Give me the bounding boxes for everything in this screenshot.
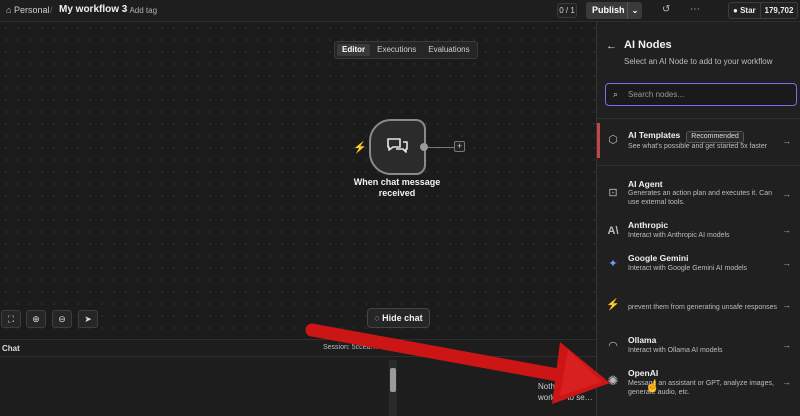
- item-desc: Interact with Google Gemini AI models: [628, 265, 748, 272]
- more-options-icon[interactable]: ⋯: [690, 4, 700, 15]
- item-desc: Generates an action plan and executes it…: [628, 190, 772, 206]
- robot-icon: ⊡: [608, 187, 618, 199]
- github-icon: ●: [733, 6, 738, 15]
- search-box[interactable]: ⌕: [605, 83, 797, 106]
- panel-subtitle: Select an AI Node to add to your workflo…: [624, 57, 773, 66]
- arrow-right-icon: →: [782, 189, 791, 199]
- list-item-ollama[interactable]: ◠ Ollama Interact with Ollama AI models …: [597, 333, 800, 361]
- history-icon[interactable]: ↺: [662, 4, 670, 15]
- template-icon: ⬡: [608, 134, 618, 146]
- list-item-ai-templates[interactable]: ⬡ AI Templates Recommended See what's pos…: [597, 123, 800, 158]
- chat-bubbles-icon: [387, 138, 408, 153]
- node-connector-line: [428, 147, 454, 148]
- workspace-name: Personal: [13, 5, 50, 15]
- chat-trigger-node[interactable]: [369, 119, 426, 175]
- item-desc: See what's possible and get started 5x f…: [628, 143, 768, 150]
- cursor-tool-icon[interactable]: ➤: [78, 310, 98, 328]
- chat-empty-state: Nothing to d… workf… to se…: [538, 381, 593, 403]
- arrow-right-icon: →: [782, 225, 791, 235]
- add-node-plus-icon[interactable]: +: [454, 141, 465, 152]
- item-name: AI Agent: [628, 179, 663, 189]
- empty-line-1: Nothing to d…: [538, 382, 590, 391]
- node-label: When chat message received: [353, 177, 441, 198]
- item-name: OpenAI: [628, 368, 659, 378]
- chat-icon: ◌: [374, 313, 380, 323]
- arrow-right-icon: →: [782, 377, 791, 387]
- item-name: Google Gemini: [628, 253, 689, 263]
- publish-label: Publish: [592, 5, 625, 15]
- trigger-bolt-icon: ⚡: [353, 142, 367, 154]
- chat-header: Chat Session: 5cceа…: [0, 340, 596, 357]
- node-output-handle[interactable]: [420, 143, 428, 151]
- list-item-anthropic[interactable]: A\ Anthropic Interact with Anthropic AI …: [597, 218, 800, 246]
- breadcrumb-separator: /: [50, 5, 53, 15]
- github-star-button[interactable]: ● Star 179,702: [728, 2, 798, 19]
- panel-title: AI Nodes: [624, 39, 672, 51]
- list-item-guardrails[interactable]: ⚡ prevent them from generating unsafe re…: [597, 293, 800, 323]
- session-id: Session: 5cceа…: [323, 344, 378, 351]
- github-star-label: Star: [740, 6, 756, 15]
- list-item-openai[interactable]: ✺ OpenAI Message an assistant or GPT, an…: [597, 366, 800, 400]
- item-name: Ollama: [628, 335, 657, 345]
- hide-chat-button[interactable]: ◌ Hide chat: [367, 308, 430, 328]
- add-tag-link[interactable]: + Add tag: [123, 6, 157, 15]
- view-tabs: Editor Executions Evaluations: [334, 41, 478, 59]
- mouse-pointer-icon: ☝: [645, 379, 660, 393]
- tab-evaluations[interactable]: Evaluations: [423, 44, 474, 56]
- top-bar: ⌂ Personal / My workflow 3 + Add tag 0 /…: [0, 0, 800, 22]
- item-desc: Interact with Anthropic AI models: [628, 232, 730, 239]
- github-star-count: 179,702: [764, 6, 794, 15]
- workspace-breadcrumb[interactable]: ⌂ Personal: [6, 5, 49, 15]
- item-desc: Interact with Ollama AI models: [628, 347, 723, 354]
- arrow-right-icon: →: [782, 258, 791, 268]
- zoom-in-icon[interactable]: ⊕: [26, 310, 46, 328]
- item-desc: prevent them from generating unsafe resp…: [628, 304, 778, 311]
- version-counter: 0 / 1: [557, 3, 577, 18]
- chat-title: Chat: [2, 344, 20, 353]
- gemini-icon: ✦: [608, 258, 618, 270]
- arrow-right-icon: →: [782, 300, 791, 310]
- item-name: AI Templates: [628, 130, 681, 140]
- zoom-out-icon[interactable]: ⊖: [52, 310, 72, 328]
- arrow-right-icon: →: [782, 340, 791, 350]
- list-item-google-gemini[interactable]: ✦ Google Gemini Interact with Google Gem…: [597, 251, 800, 279]
- chat-panel: Chat Session: 5cceа… Nothing to d… workf…: [0, 339, 596, 416]
- tab-editor[interactable]: Editor: [337, 44, 371, 56]
- item-name: Anthropic: [628, 220, 669, 230]
- chat-scroll-thumb[interactable]: [390, 368, 396, 392]
- divider: [597, 165, 800, 166]
- arrow-right-icon: →: [782, 136, 791, 146]
- hide-chat-label: Hide chat: [382, 313, 423, 323]
- empty-line-2: workf… to se…: [538, 393, 593, 402]
- search-icon: ⌕: [613, 89, 619, 99]
- tab-executions[interactable]: Executions: [372, 44, 421, 56]
- workflow-title[interactable]: My workflow 3: [59, 4, 127, 15]
- publish-button[interactable]: Publish ⌄: [586, 2, 642, 19]
- divider: [597, 118, 800, 119]
- chevron-down-icon[interactable]: ⌄: [627, 2, 642, 19]
- workflow-canvas[interactable]: Editor Executions Evaluations: [0, 22, 596, 340]
- guard-icon: ⚡: [606, 299, 620, 311]
- search-input[interactable]: [628, 87, 788, 102]
- ollama-icon: ◠: [608, 340, 618, 352]
- back-arrow-icon[interactable]: ←: [606, 40, 617, 52]
- anthropic-icon: A\: [607, 225, 619, 237]
- fit-view-icon[interactable]: ⛶: [1, 310, 21, 328]
- openai-icon: ✺: [607, 373, 619, 388]
- list-item-ai-agent[interactable]: ⊡ AI Agent Generates an action plan and …: [597, 177, 800, 211]
- ai-nodes-panel: ← AI Nodes Select an AI Node to add to y…: [596, 22, 800, 416]
